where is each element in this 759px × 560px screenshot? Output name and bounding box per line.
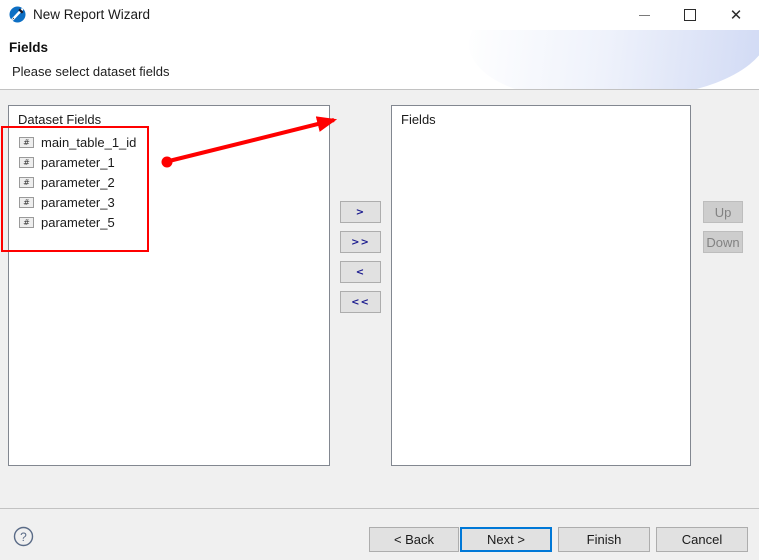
list-item[interactable]: # parameter_3 [9, 192, 329, 212]
maximize-icon[interactable] [667, 0, 713, 30]
header-decoration [466, 30, 759, 89]
page-subtitle: Please select dataset fields [12, 64, 170, 79]
wizard-header: Fields Please select dataset fields [0, 30, 759, 89]
new-report-wizard-window: New Report Wizard ✕ Fields Please select… [0, 0, 759, 560]
dataset-fields-items: # main_table_1_id # parameter_1 # parame… [9, 132, 329, 232]
title-bar: New Report Wizard ✕ [0, 0, 759, 30]
move-all-left-button[interactable]: << [340, 291, 381, 313]
list-item[interactable]: # parameter_1 [9, 152, 329, 172]
numeric-field-icon: # [19, 176, 34, 188]
report-wizard-icon [9, 6, 26, 23]
finish-button[interactable]: Finish [558, 527, 650, 552]
move-down-button[interactable]: Down [703, 231, 743, 253]
dataset-fields-list[interactable]: Dataset Fields # main_table_1_id # param… [8, 105, 330, 466]
numeric-field-icon: # [19, 136, 34, 148]
minimize-icon[interactable] [621, 0, 667, 30]
list-item[interactable]: # main_table_1_id [9, 132, 329, 152]
next-button[interactable]: Next > [460, 527, 552, 552]
numeric-field-icon: # [19, 156, 34, 168]
window-title: New Report Wizard [33, 7, 151, 22]
dataset-fields-caption: Dataset Fields [18, 112, 102, 127]
selected-fields-list[interactable]: Fields [391, 105, 691, 466]
list-item[interactable]: # parameter_2 [9, 172, 329, 192]
list-item-label: parameter_1 [41, 154, 115, 170]
list-item-label: parameter_5 [41, 214, 115, 230]
page-title: Fields [9, 40, 49, 55]
numeric-field-icon: # [19, 196, 34, 208]
move-right-button[interactable]: > [340, 201, 381, 223]
list-item-label: parameter_3 [41, 194, 115, 210]
help-icon[interactable]: ? [13, 526, 34, 547]
wizard-footer: ? < Back Next > Finish Cancel [0, 509, 759, 560]
list-item-label: main_table_1_id [41, 134, 137, 150]
move-left-button[interactable]: < [340, 261, 381, 283]
numeric-field-icon: # [19, 216, 34, 228]
svg-text:?: ? [20, 530, 27, 544]
list-item-label: parameter_2 [41, 174, 115, 190]
cancel-button[interactable]: Cancel [656, 527, 748, 552]
list-item[interactable]: # parameter_5 [9, 212, 329, 232]
fields-caption: Fields [401, 112, 436, 127]
wizard-body: Dataset Fields # main_table_1_id # param… [0, 90, 759, 508]
back-button[interactable]: < Back [369, 527, 459, 552]
close-icon[interactable]: ✕ [713, 0, 759, 30]
move-all-right-button[interactable]: >> [340, 231, 381, 253]
move-up-button[interactable]: Up [703, 201, 743, 223]
